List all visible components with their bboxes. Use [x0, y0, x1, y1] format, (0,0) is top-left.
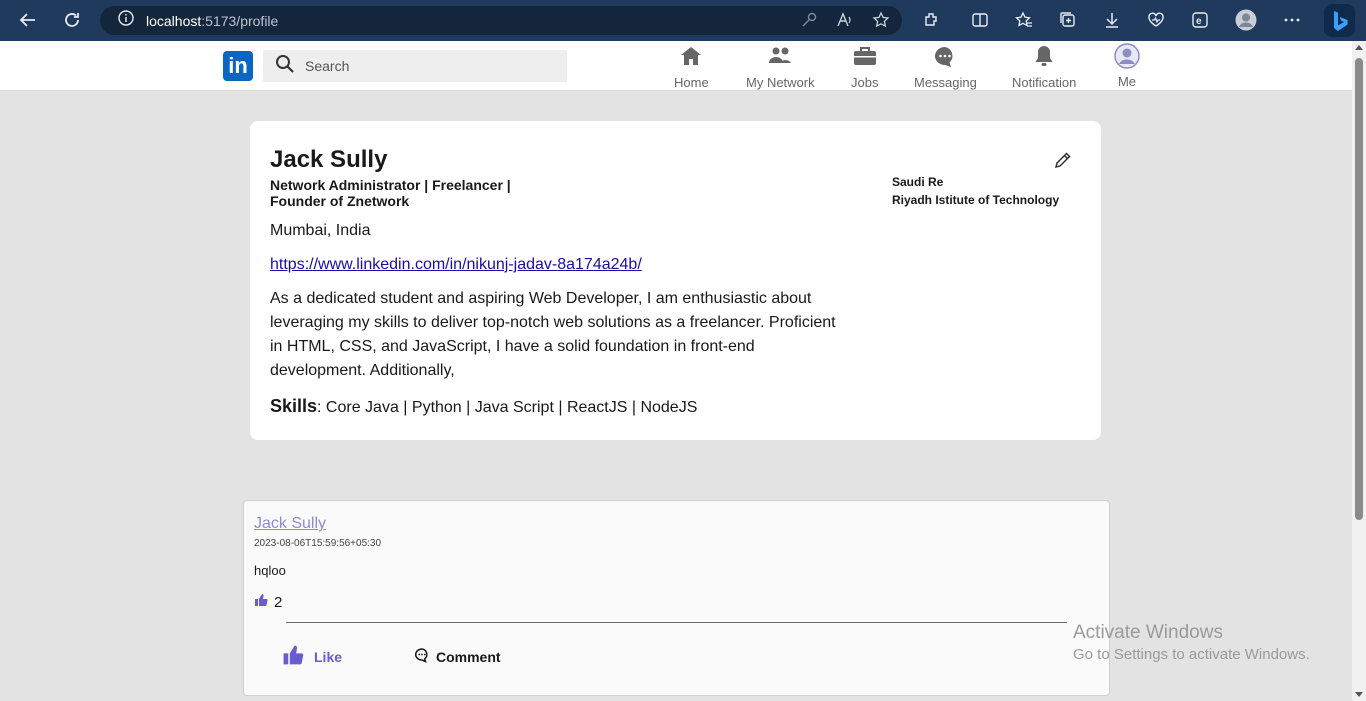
watermark-title: Activate Windows	[1073, 622, 1223, 643]
browser-toolbar: localhost:5173/profile e	[0, 0, 1366, 41]
favorites-icon[interactable]	[1012, 8, 1036, 32]
profile-avatar-icon[interactable]	[1234, 8, 1258, 32]
profile-name: Jack Sully	[270, 146, 388, 173]
skills-list: : Core Java | Python | Java Script | Rea…	[317, 399, 698, 416]
watermark-subtitle: Go to Settings to activate Windows.	[1073, 646, 1310, 663]
comment-label: Comment	[436, 648, 501, 665]
ie-mode-icon[interactable]: e	[1188, 8, 1212, 32]
nav-me[interactable]: Me	[1114, 43, 1140, 89]
company-name: Saudi Re	[892, 175, 944, 189]
post-timestamp: 2023-08-06T15:59:56+05:30	[254, 538, 382, 549]
pencil-icon	[1053, 152, 1073, 174]
info-icon[interactable]	[118, 10, 134, 31]
read-aloud-icon[interactable]	[836, 11, 854, 34]
scroll-up-icon[interactable]	[1355, 45, 1363, 50]
search-input[interactable]: Search	[263, 50, 567, 82]
profile-location: Mumbai, India	[270, 222, 371, 239]
avatar-icon	[1114, 43, 1140, 72]
refresh-icon[interactable]	[58, 6, 86, 34]
profile-headline: Network Administrator | Freelancer | Fou…	[270, 177, 511, 209]
page-scrollbar[interactable]	[1352, 41, 1366, 701]
comment-button[interactable]: Comment	[414, 647, 501, 666]
like-label: Like	[314, 648, 343, 665]
nav-my-network[interactable]: My Network	[746, 45, 815, 90]
profile-education: Saudi Re Riyadh Istitute of Technology	[892, 173, 1059, 209]
like-button[interactable]: Like	[282, 644, 342, 669]
key-icon[interactable]	[800, 11, 818, 34]
site-header: in Search Home My Network Jobs Messaging…	[0, 41, 1352, 91]
more-icon[interactable]	[1280, 8, 1304, 32]
nav-notification[interactable]: Notification	[1012, 45, 1076, 90]
skills-label: Skills	[270, 396, 318, 416]
split-screen-icon[interactable]	[968, 8, 992, 32]
address-bar[interactable]: localhost:5173/profile	[100, 6, 902, 35]
linkedin-logo[interactable]: in	[223, 51, 253, 81]
nav-label: Notification	[1012, 75, 1077, 90]
like-count-value: 2	[274, 593, 283, 611]
nav-jobs[interactable]: Jobs	[851, 45, 878, 90]
thumbs-up-icon	[282, 644, 304, 669]
briefcase-icon	[852, 45, 878, 70]
edit-profile-button[interactable]	[1053, 150, 1073, 170]
post-card: Jack Sully 2023-08-06T15:59:56+05:30 hql…	[243, 500, 1110, 696]
profile-url-link[interactable]: https://www.linkedin.com/in/nikunj-jadav…	[270, 256, 642, 274]
back-icon[interactable]	[14, 6, 42, 34]
url-text: localhost:5173/profile	[146, 12, 279, 29]
nav-label: Home	[674, 75, 709, 90]
nav-home[interactable]: Home	[674, 45, 709, 90]
scrollbar-thumb[interactable]	[1355, 58, 1363, 520]
nav-label: Messaging	[914, 75, 977, 90]
home-icon	[679, 45, 703, 70]
nav-label: Me	[1117, 74, 1137, 89]
thumbs-up-icon	[254, 593, 268, 611]
favorite-star-icon[interactable]	[872, 11, 890, 34]
chat-icon	[933, 45, 957, 70]
college-name: Riyadh Istitute of Technology	[892, 193, 1060, 207]
copilot-icon[interactable]	[1324, 4, 1355, 37]
scroll-down-icon[interactable]	[1355, 692, 1363, 697]
extensions-icon[interactable]	[919, 8, 943, 32]
comment-icon	[414, 647, 430, 666]
profile-skills: Skills: Core Java | Python | Java Script…	[270, 396, 697, 417]
windows-activation-watermark: Activate Windows Go to Settings to activ…	[1073, 622, 1310, 663]
post-body: hqloo	[254, 563, 286, 578]
profile-about: As a dedicated student and aspiring Web …	[270, 290, 836, 379]
download-icon[interactable]	[1100, 8, 1124, 32]
nav-label: My Network	[746, 75, 815, 90]
post-divider	[286, 622, 1067, 623]
nav-label: Jobs	[851, 75, 879, 90]
profile-card: Jack Sully Network Administrator | Freel…	[250, 121, 1101, 440]
nav-messaging[interactable]: Messaging	[914, 45, 977, 90]
svg-text:e: e	[1196, 16, 1202, 27]
collections-icon[interactable]	[1056, 8, 1080, 32]
bell-icon	[1032, 45, 1056, 70]
post-author-link[interactable]: Jack Sully	[254, 515, 326, 533]
people-icon	[768, 45, 792, 70]
like-count: 2	[254, 593, 282, 611]
browser-essentials-icon[interactable]	[1144, 8, 1168, 32]
search-icon	[275, 54, 295, 79]
search-placeholder: Search	[305, 58, 350, 74]
